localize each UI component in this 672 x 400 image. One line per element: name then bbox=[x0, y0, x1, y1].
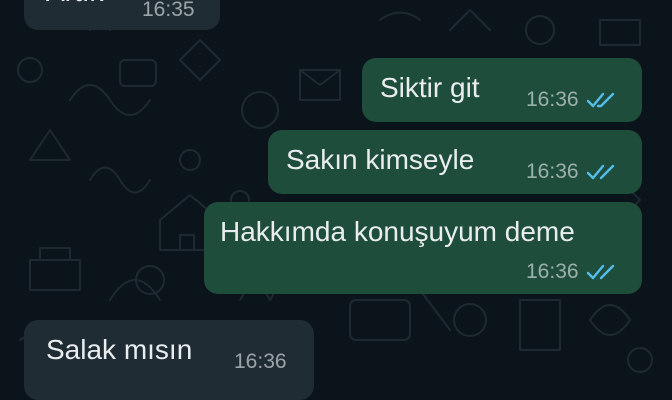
outgoing-message-bubble[interactable]: Hakkımda konuşuyum deme 16:36 bbox=[204, 202, 642, 294]
chat-message-list: Artık 16:35 Siktir git 16:36 Sakın kimse… bbox=[0, 0, 672, 400]
message-text: Artık bbox=[46, 0, 104, 8]
read-double-check-icon bbox=[586, 264, 614, 280]
incoming-message-bubble[interactable]: Salak mısın 16:36 bbox=[24, 320, 314, 400]
message-time: 16:36 bbox=[526, 260, 579, 283]
message-time: 16:36 bbox=[234, 350, 287, 373]
message-time: 16:36 bbox=[526, 160, 579, 183]
message-time: 16:36 bbox=[526, 88, 579, 111]
outgoing-message-bubble[interactable]: Sakın kimseyle 16:36 bbox=[268, 130, 642, 194]
outgoing-message-bubble[interactable]: Siktir git 16:36 bbox=[362, 58, 642, 122]
message-time: 16:35 bbox=[142, 0, 195, 21]
message-text: Salak mısın bbox=[46, 334, 193, 365]
message-text: Siktir git bbox=[380, 72, 480, 103]
read-double-check-icon bbox=[586, 92, 614, 108]
read-double-check-icon bbox=[586, 164, 614, 180]
incoming-message-bubble[interactable]: Artık 16:35 bbox=[24, 0, 220, 30]
message-text: Hakkımda konuşuyum deme bbox=[220, 216, 575, 247]
message-text: Sakın kimseyle bbox=[286, 144, 475, 175]
